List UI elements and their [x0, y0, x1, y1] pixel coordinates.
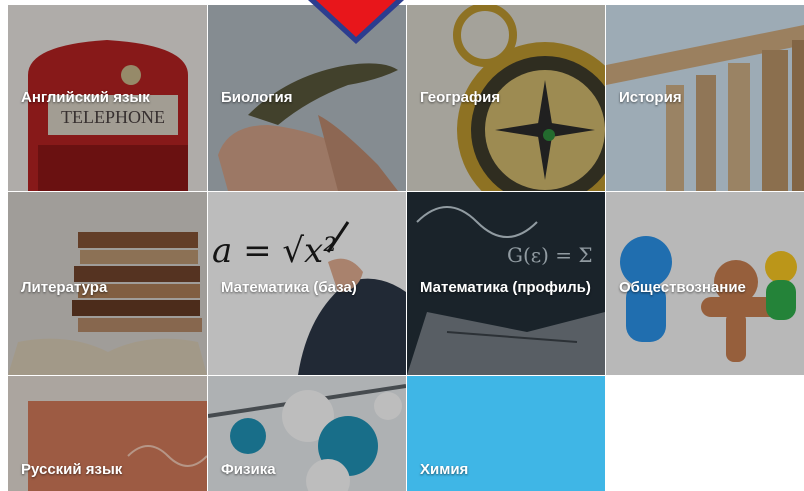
tile-english[interactable]: TELEPHONE Английский язык — [8, 5, 207, 191]
tile-label: Английский язык — [21, 89, 150, 106]
tile-history[interactable]: История — [606, 5, 804, 191]
tile-label: Химия — [420, 461, 469, 478]
subjects-grid: TELEPHONE Английский язык Биология Геогр… — [8, 5, 804, 491]
tile-social[interactable]: Обществознание — [606, 192, 804, 375]
tile-label: Математика (база) — [221, 279, 357, 296]
tile-label: Биология — [221, 89, 293, 106]
tile-label: Математика (профиль) — [420, 279, 591, 296]
tile-label: Обществознание — [619, 279, 746, 296]
tile-label: Литература — [21, 279, 108, 296]
tile-label: Русский язык — [21, 461, 123, 478]
tile-math-profile[interactable]: G(ε) = Σ Математика (профиль) — [407, 192, 605, 375]
tile-chemistry[interactable]: Химия — [407, 376, 605, 491]
tile-geography[interactable]: География — [407, 5, 605, 191]
tile-physics[interactable]: Физика — [208, 376, 406, 491]
down-arrow-icon — [308, 0, 404, 44]
tile-literature[interactable]: Литература — [8, 192, 207, 375]
tile-label: Физика — [221, 461, 276, 478]
tile-label: История — [619, 89, 682, 106]
tile-label: География — [420, 89, 501, 106]
tile-russian[interactable]: Русский язык — [8, 376, 207, 491]
tile-math-base[interactable]: a = √x² Математика (база) — [208, 192, 406, 375]
